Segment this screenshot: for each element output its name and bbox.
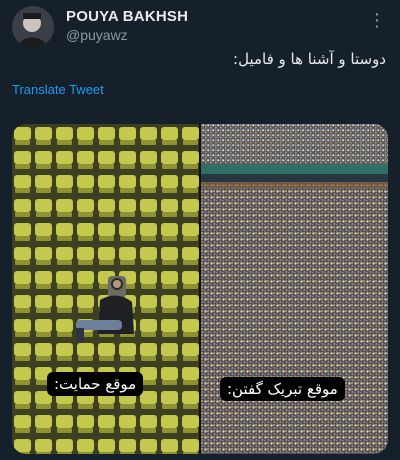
user-handle[interactable]: @puyawz (66, 27, 128, 43)
avatar[interactable] (12, 6, 54, 48)
more-vertical-icon[interactable]: ⋮ (368, 8, 386, 32)
display-name[interactable]: POUYA BAKHSH (66, 8, 188, 25)
left-caption: موقع حمایت: (47, 372, 144, 396)
tweet-text: دوستا و آشنا ها و فامیل: (233, 50, 386, 68)
right-caption: موقع تبریک گفتن: (220, 377, 345, 401)
tweet-media-image[interactable]: موقع حمایت: موقع تبریک گفتن: (12, 124, 388, 454)
meme-image (12, 124, 388, 454)
translate-tweet-link[interactable]: Translate Tweet (12, 82, 104, 97)
tweet-header: POUYA BAKHSH @puyawz ⋮ (12, 6, 388, 48)
